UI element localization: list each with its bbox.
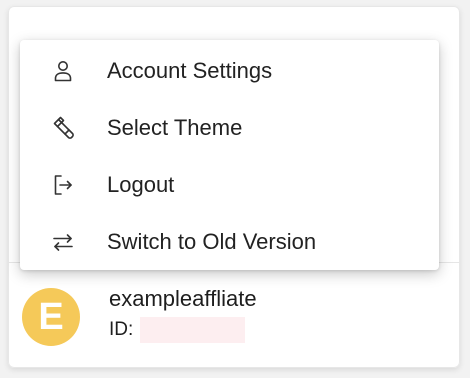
menu-item-label: Account Settings [107,57,273,83]
account-dropdown-menu: Account Settings Select Theme Logout Swi… [20,40,439,270]
user-id-label: ID: [109,319,134,340]
user-icon [48,56,78,86]
user-id-row: ID: [109,316,246,344]
username: exampleaffliate [109,286,257,311]
menu-item-switch-old-version[interactable]: Switch to Old Version [20,213,439,270]
avatar[interactable]: E [22,288,80,346]
menu-item-label: Switch to Old Version [107,228,317,254]
menu-item-select-theme[interactable]: Select Theme [20,99,439,156]
menu-item-account-settings[interactable]: Account Settings [20,42,439,99]
user-id-value-redacted [140,317,246,343]
user-profile[interactable]: E exampleaffliate ID: [22,285,446,347]
menu-item-label: Logout [107,171,175,197]
menu-item-logout[interactable]: Logout [20,156,439,213]
menu-item-label: Select Theme [107,114,243,140]
paintbrush-icon [48,113,78,143]
swap-arrows-icon [48,227,78,257]
logout-icon [48,170,78,200]
